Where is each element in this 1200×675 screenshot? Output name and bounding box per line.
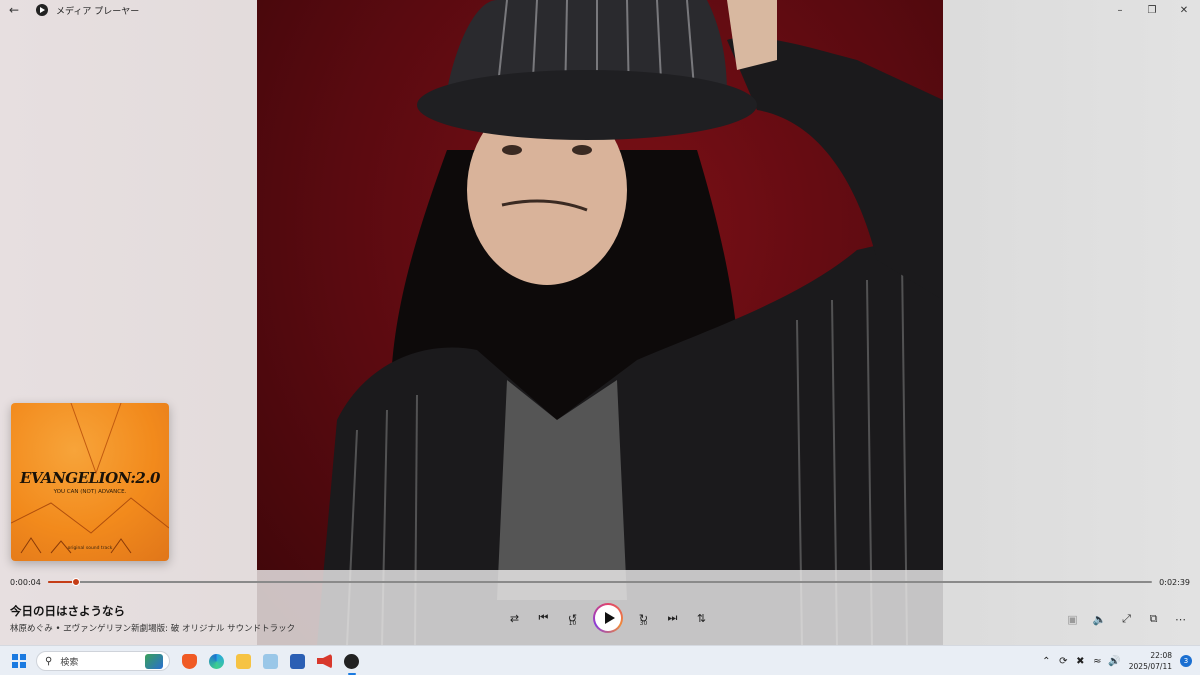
mini-player-icon[interactable]: ⧉ — [1140, 608, 1167, 630]
artist-photo — [257, 0, 943, 645]
close-circle-icon[interactable]: ✖ — [1072, 656, 1089, 667]
play-button[interactable] — [593, 603, 623, 633]
edge-icon[interactable] — [203, 650, 230, 672]
notification-badge[interactable]: 3 — [1180, 655, 1192, 667]
media-player-app-icon — [36, 4, 48, 16]
total-time: 0:02:39 — [1159, 578, 1190, 587]
artist-portrait-illustration — [317, 0, 943, 645]
fullscreen-icon[interactable]: ⤢ — [1113, 608, 1140, 630]
skip-forward-30-icon[interactable]: ↻ 30 — [629, 603, 658, 633]
taskbar-search[interactable]: ⚲ 検索 — [36, 651, 170, 671]
search-highlight-icon — [145, 654, 163, 669]
restore-icon[interactable]: ❐ — [1136, 0, 1168, 20]
previous-icon[interactable]: ⏮ — [529, 603, 558, 633]
next-icon[interactable]: ⏭ — [658, 603, 687, 633]
media-icon[interactable] — [257, 650, 284, 672]
album-art-footer: original sound track — [67, 546, 113, 551]
search-icon: ⚲ — [45, 655, 53, 667]
captions-icon[interactable]: ▣ — [1059, 608, 1086, 630]
album-art-subtitle: YOU CAN (NOT) ADVANCE. — [53, 489, 127, 495]
clock[interactable]: 22:08 2025/07/11 — [1129, 650, 1172, 672]
taskbar: ⚲ 検索 ⌃ ⟳ ✖ ≈ 🔊 22:08 2025/07/11 3 — [0, 645, 1200, 675]
back-arrow-icon[interactable]: ← — [0, 0, 28, 20]
shuffle-icon[interactable]: ⇄ — [500, 603, 529, 633]
file-explorer-icon[interactable] — [230, 650, 257, 672]
window-controls: – ❐ ✕ — [1104, 0, 1200, 20]
song-meta[interactable]: 林原めぐみ • ヱヴァンゲリヲン新劇場版: 破 オリジナル サウンドトラック — [10, 622, 295, 634]
album-art-title: EVANGELION:2.0 — [20, 469, 160, 487]
clock-date: 2025/07/11 — [1128, 662, 1172, 671]
skip-back-label: 10 — [568, 620, 577, 627]
skip-forward-label: 30 — [639, 620, 648, 627]
search-placeholder: 検索 — [60, 657, 79, 668]
clock-time: 22:08 — [1150, 651, 1172, 660]
brave-icon[interactable] — [176, 650, 203, 672]
seek-bar: 0:00:04 0:02:39 — [0, 572, 1200, 594]
wifi-icon[interactable]: ≈ — [1089, 656, 1106, 667]
current-time: 0:00:04 — [10, 578, 41, 587]
chevron-up-icon[interactable]: ⌃ — [1038, 656, 1055, 667]
window-title: メディア プレーヤー — [56, 6, 140, 17]
media-player-icon[interactable] — [338, 650, 365, 675]
media-player-window: ← メディア プレーヤー – ❐ ✕ EVANGELION:2.0 YOU CA… — [0, 0, 1200, 645]
play-icon — [595, 605, 621, 631]
sync-icon[interactable]: ⟳ — [1055, 656, 1072, 667]
volume-icon[interactable]: 🔈 — [1086, 608, 1113, 630]
skip-back-10-icon[interactable]: ↺ 10 — [558, 603, 587, 633]
system-tray: ⌃ ⟳ ✖ ≈ 🔊 22:08 2025/07/11 3 — [1038, 649, 1192, 673]
song-title: 今日の日はさようなら — [10, 604, 125, 618]
right-controls: ▣ 🔈 ⤢ ⧉ ⋯ — [1059, 608, 1194, 630]
close-icon[interactable]: ✕ — [1168, 0, 1200, 20]
volume-tray-icon[interactable]: 🔊 — [1106, 656, 1123, 667]
seek-thumb[interactable] — [71, 578, 80, 586]
seek-track[interactable] — [48, 578, 1152, 586]
taskbar-apps — [176, 650, 365, 675]
more-icon[interactable]: ⋯ — [1167, 608, 1194, 630]
windows-start-icon[interactable] — [12, 654, 26, 668]
title-bar: ← メディア プレーヤー – ❐ ✕ — [0, 0, 1200, 20]
minimize-icon[interactable]: – — [1104, 0, 1136, 20]
word-icon[interactable] — [284, 650, 311, 672]
transport-controls: ⇄ ⏮ ↺ 10 ↻ 30 ⏭ ⇅ — [500, 603, 716, 633]
album-art[interactable]: EVANGELION:2.0 YOU CAN (NOT) ADVANCE. or… — [11, 403, 169, 561]
repeat-icon[interactable]: ⇅ — [687, 603, 716, 633]
speaker-app-icon[interactable] — [311, 650, 338, 672]
